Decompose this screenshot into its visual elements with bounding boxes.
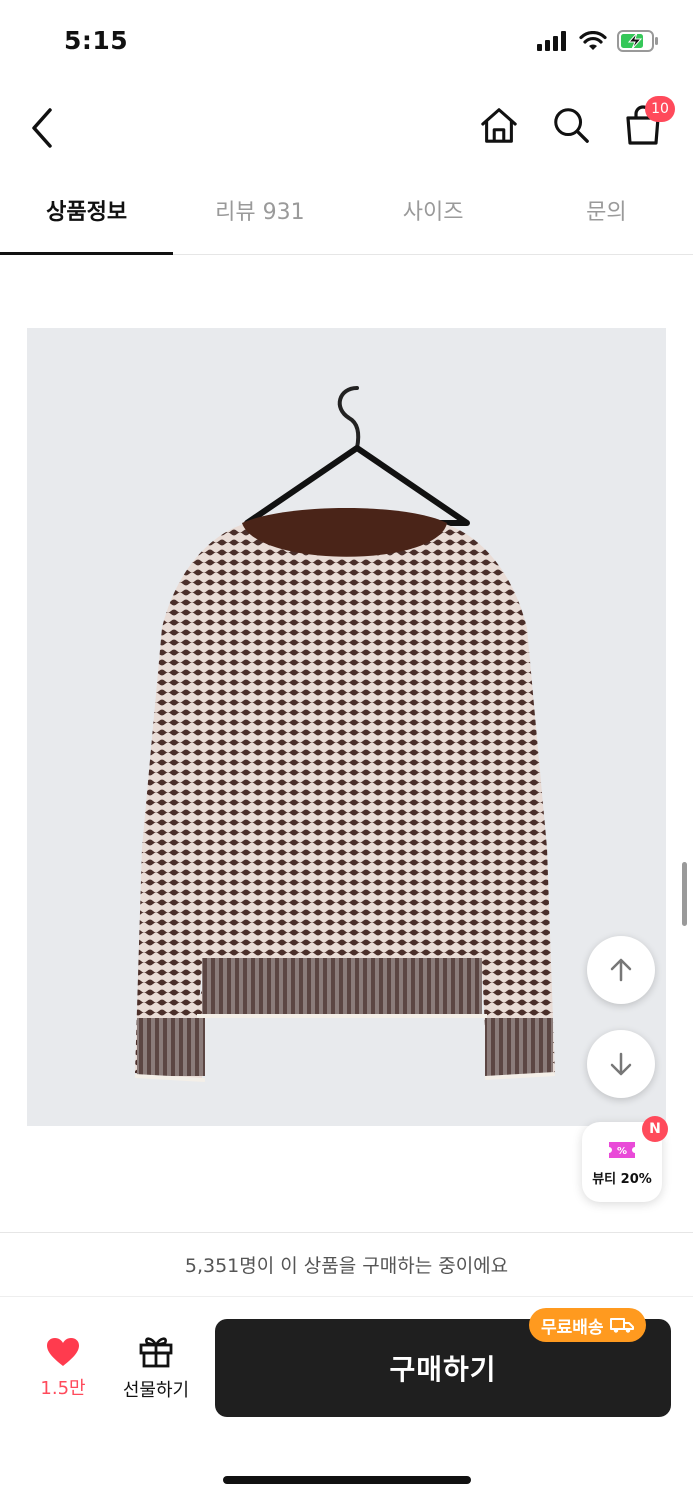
beauty-coupon-label: 뷰티 20%: [592, 1171, 652, 1187]
cart-count-badge: 10: [645, 96, 675, 122]
cart-button[interactable]: 10: [623, 96, 675, 150]
svg-text:%: %: [617, 1146, 627, 1157]
like-count: 1.5만: [40, 1378, 86, 1399]
free-shipping-label: 무료배송: [541, 1317, 604, 1338]
back-button[interactable]: [26, 104, 66, 152]
home-indicator[interactable]: [223, 1476, 471, 1484]
chevron-left-icon: [32, 108, 52, 148]
buyers-notice: 5,351명이 이 상품을 구매하는 중이에요: [0, 1236, 693, 1297]
product-tabs: 상품정보 리뷰 931 사이즈 문의: [0, 180, 693, 255]
gift-icon: [139, 1337, 173, 1368]
gift-label: 선물하기: [122, 1380, 190, 1401]
sweater-photo: [134, 386, 556, 1082]
home-icon: [481, 108, 517, 143]
coupon-icon: %: [609, 1141, 635, 1158]
tab-product-info[interactable]: 상품정보: [0, 180, 174, 255]
tab-size[interactable]: 사이즈: [347, 180, 520, 254]
scrollbar-thumb[interactable]: [682, 862, 687, 926]
search-button[interactable]: [551, 100, 591, 150]
home-button[interactable]: [479, 100, 519, 150]
gift-button[interactable]: 선물하기: [112, 1334, 200, 1402]
signal-icon: [537, 31, 566, 51]
scroll-up-button[interactable]: [587, 936, 655, 1004]
beauty-coupon-button[interactable]: % 뷰티 20% N: [582, 1116, 668, 1202]
free-shipping-badge: 무료배송: [529, 1308, 646, 1342]
product-image: [27, 328, 666, 1126]
tab-inquiry[interactable]: 문의: [520, 180, 693, 254]
truck-icon: [609, 1318, 634, 1333]
search-icon: [554, 108, 589, 143]
arrow-up-icon: [610, 958, 632, 982]
new-badge: N: [642, 1116, 668, 1142]
arrow-down-icon: [610, 1052, 632, 1076]
status-icons: [537, 30, 659, 52]
battery-charging-icon: [617, 30, 658, 52]
like-button[interactable]: 1.5만: [30, 1336, 96, 1400]
wifi-icon: [579, 31, 607, 50]
heart-icon: [47, 1338, 79, 1366]
nav-actions: 10: [479, 96, 675, 150]
tab-reviews[interactable]: 리뷰 931: [173, 180, 346, 254]
scroll-down-button[interactable]: [587, 1030, 655, 1098]
status-time: 5:15: [64, 26, 129, 55]
